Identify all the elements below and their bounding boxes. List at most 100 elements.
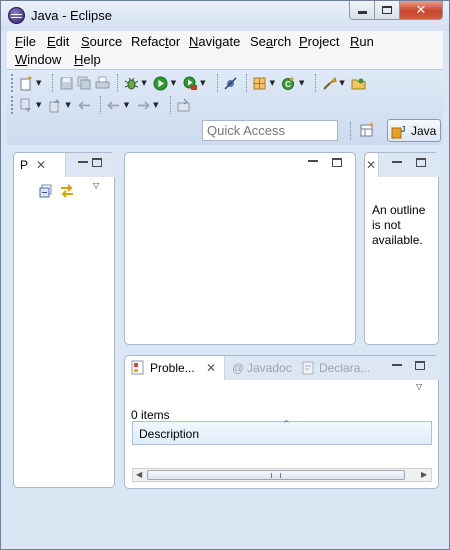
minimize-editor-icon[interactable] [308, 160, 318, 162]
menu-run[interactable]: Run [350, 34, 374, 49]
next-annotation-dropdown-icon[interactable]: ▼ [36, 101, 41, 109]
toolbar-separator [245, 74, 247, 92]
forward-dropdown-icon[interactable]: ▼ [153, 101, 158, 109]
back-dropdown-icon[interactable]: ▼ [124, 101, 129, 109]
toolbar-row-1: ▼ ▼ ▼ ▼ ▼ C ▼ ▼ [11, 74, 369, 92]
minimize-outline-icon[interactable] [392, 161, 402, 163]
problems-table-header: ^ Description [132, 419, 432, 445]
prev-annotation-icon[interactable] [47, 97, 63, 113]
toolbar-grip[interactable] [11, 96, 14, 114]
java-perspective-button[interactable]: J Java [387, 119, 441, 142]
tab-label-problems: Proble... [150, 361, 195, 375]
forward-icon[interactable] [135, 97, 151, 113]
pin-editor-icon[interactable] [176, 97, 192, 113]
window-controls: ✕ [349, 1, 443, 21]
bottom-panel-tabs: Proble... ✕ @ Javadoc Declara... [125, 356, 439, 380]
scrollbar-thumb[interactable] [147, 470, 405, 480]
scroll-right-icon[interactable]: ▶ [421, 470, 427, 479]
debug-dropdown-icon[interactable]: ▼ [141, 79, 146, 87]
eclipse-logo-icon [8, 7, 25, 24]
javadoc-at-icon: @ [232, 361, 245, 375]
quick-access-input[interactable] [202, 120, 338, 141]
save-all-icon[interactable] [76, 75, 92, 91]
link-with-editor-icon[interactable] [59, 183, 75, 202]
maximize-icon [382, 6, 392, 14]
maximize-problems-icon[interactable] [415, 361, 425, 370]
menu-search[interactable]: Search [250, 34, 291, 49]
run-icon[interactable] [153, 75, 169, 91]
new-project-dropdown-icon[interactable]: ▼ [270, 79, 275, 87]
toolbar-separator [99, 96, 101, 114]
toggle-breakpoint-icon[interactable] [223, 75, 239, 91]
run-external-icon[interactable] [182, 75, 198, 91]
menu-navigate[interactable]: Navigate [189, 34, 240, 49]
new-class-icon[interactable]: C [281, 75, 297, 91]
items-count: 0 items [131, 408, 170, 422]
new-icon[interactable] [18, 75, 34, 91]
maximize-outline-icon[interactable] [416, 158, 426, 167]
new-java-project-icon[interactable] [252, 75, 268, 91]
tab-package-explorer[interactable]: P ✕ [14, 153, 66, 177]
minimize-view-icon[interactable] [78, 161, 88, 163]
menu-file[interactable]: File [15, 34, 36, 49]
toolbar-row-2: ▼ ▼ ▼ ▼ [11, 96, 194, 114]
tab-label: P [20, 158, 29, 172]
view-menu-icon[interactable]: ▽ [93, 181, 99, 190]
close-window-button[interactable]: ✕ [400, 1, 443, 20]
tab-problems[interactable]: Proble... ✕ [125, 356, 225, 380]
collapse-all-icon[interactable] [39, 184, 53, 201]
menu-help[interactable]: Help [74, 52, 101, 67]
minimize-problems-icon[interactable] [392, 364, 402, 366]
close-tab-icon[interactable]: ✕ [36, 158, 46, 172]
editor-area[interactable] [124, 152, 356, 345]
menu-project[interactable]: Project [299, 34, 339, 49]
tab-declaration[interactable]: Declara... [319, 361, 370, 375]
menu-refactor[interactable]: Refactor [131, 34, 180, 49]
maximize-view-icon[interactable] [92, 158, 102, 167]
toolbar-separator [315, 74, 317, 92]
open-folder-icon[interactable] [351, 75, 367, 91]
close-problems-icon[interactable]: ✕ [206, 361, 216, 375]
toolbar-grip[interactable] [11, 74, 14, 92]
back-icon[interactable] [106, 97, 122, 113]
svg-text:J: J [401, 125, 405, 134]
new-class-dropdown-icon[interactable]: ▼ [299, 79, 304, 87]
menu-bar: File Edit Source Refactor Navigate Searc… [7, 31, 443, 69]
menu-edit[interactable]: Edit [47, 34, 69, 49]
maximize-editor-icon[interactable] [332, 158, 342, 167]
menu-source[interactable]: Source [81, 34, 122, 49]
minimize-button[interactable] [349, 1, 375, 20]
open-perspective-icon[interactable] [359, 122, 375, 141]
run-dropdown-icon[interactable]: ▼ [171, 79, 176, 87]
eclipse-window: Java - Eclipse ✕ File Edit Source Refact… [0, 0, 450, 550]
last-edit-icon[interactable] [77, 97, 93, 113]
next-annotation-icon[interactable] [18, 97, 34, 113]
new-dropdown-icon[interactable]: ▼ [36, 79, 41, 87]
java-perspective-icon: J [391, 125, 405, 138]
debug-icon[interactable] [123, 75, 139, 91]
view-menu-icon[interactable]: ▽ [416, 382, 422, 391]
save-icon[interactable] [58, 75, 74, 91]
open-type-icon[interactable] [321, 75, 337, 91]
problems-panel: Proble... ✕ @ Javadoc Declara... ▽ 0 ite… [124, 355, 439, 489]
horizontal-scrollbar[interactable]: ◀ ▶ [132, 468, 432, 482]
maximize-button[interactable] [375, 1, 400, 20]
run-external-dropdown-icon[interactable]: ▼ [200, 79, 205, 87]
print-icon[interactable] [94, 75, 110, 91]
column-header-description[interactable]: Description [139, 427, 199, 441]
tab-javadoc[interactable]: Javadoc [247, 361, 292, 375]
sort-indicator-icon: ^ [283, 419, 290, 428]
scroll-left-icon[interactable]: ◀ [136, 470, 142, 479]
title-bar[interactable]: Java - Eclipse ✕ [1, 1, 449, 31]
outline-empty-message: An outline is not available. [372, 203, 426, 247]
open-type-dropdown-icon[interactable]: ▼ [339, 79, 344, 87]
tab-strip-background [66, 153, 115, 177]
tab-outline[interactable]: ✕ [365, 153, 379, 177]
prev-annotation-dropdown-icon[interactable]: ▼ [65, 101, 70, 109]
menu-window[interactable]: Window [15, 52, 61, 67]
toolbar-separator [216, 74, 218, 92]
declaration-icon [302, 361, 315, 378]
close-outline-icon[interactable]: ✕ [366, 158, 376, 172]
minimize-icon [357, 11, 367, 14]
outline-panel: ✕ An outline is not available. [364, 152, 439, 345]
